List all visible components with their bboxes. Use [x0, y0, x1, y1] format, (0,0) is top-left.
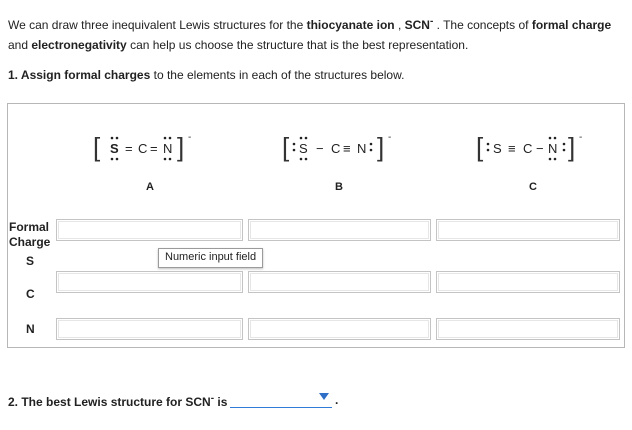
bracket-right-b: ] [377, 132, 384, 162]
input-n-c[interactable] [436, 318, 620, 340]
electronegativity-term: electronegativity [31, 38, 127, 52]
bond-cn-b: ≡ [343, 141, 351, 156]
lone-pairs-s-c [486, 142, 490, 152]
question-2-tail: is [214, 395, 228, 409]
atom-n-a: N [163, 141, 172, 156]
ion-formula: SCN- [404, 16, 434, 32]
input-s-c[interactable] [436, 219, 620, 241]
formula-text: SCN [404, 18, 430, 32]
ion-charge-a: - [188, 132, 191, 143]
input-c-a[interactable] [56, 271, 243, 293]
caption-b: B [335, 181, 343, 193]
atom-c-a: C [138, 141, 147, 156]
atom-n-c: N [548, 141, 557, 156]
question-1-bold: Assign formal charges [20, 68, 151, 82]
lewis-structure-a: [ S = C = N ] - [93, 132, 191, 162]
atom-c-b: C [331, 141, 340, 156]
atom-s-b: S [299, 141, 308, 156]
input-c-c[interactable] [436, 271, 620, 293]
question-2-period: . [335, 393, 339, 407]
question-2: 2. The best Lewis structure for SCN- is [8, 393, 227, 409]
atom-c-c: C [523, 141, 532, 156]
bracket-left-c: [ [476, 132, 484, 162]
intro-comma: , [394, 18, 405, 32]
input-n-a[interactable] [56, 318, 243, 340]
intro-text-2: . The concepts of [433, 18, 532, 32]
row-label-c: C [26, 287, 35, 301]
input-s-b[interactable] [248, 219, 431, 241]
caption-c: C [529, 181, 537, 193]
input-c-b[interactable] [248, 271, 431, 293]
row-label-s: S [26, 254, 35, 268]
lone-pairs-n-b [369, 142, 373, 152]
row-header-formal-charge: Formal Charge [9, 220, 51, 249]
formal-charge-term: formal charge [531, 18, 612, 32]
bond-cn-a: = [150, 141, 158, 156]
atom-s-c: S [493, 141, 502, 156]
question-1: 1. Assign formal charges to the elements… [8, 68, 404, 82]
chevron-down-icon[interactable] [319, 393, 329, 400]
bracket-right-c: ] [568, 132, 575, 162]
ion-charge-c: - [579, 132, 582, 143]
atom-n-b: N [357, 141, 366, 156]
bracket-right-a: ] [177, 132, 184, 162]
atom-s-a: S [110, 141, 119, 156]
numeric-input-tooltip: Numeric input field [158, 248, 264, 268]
bond-sc-a: = [125, 141, 133, 156]
question-1-rest: to the elements in each of the structure… [150, 68, 405, 82]
bond-sc-b: − [316, 141, 324, 156]
input-n-b[interactable] [248, 318, 431, 340]
bracket-left-a: [ [93, 132, 101, 162]
best-structure-dropdown[interactable] [230, 386, 332, 408]
intro-text-3: can help us choose the structure that is… [126, 38, 469, 52]
lewis-structure-c: [ S ≡ C − N ] - [476, 132, 582, 162]
row-label-n: N [26, 322, 35, 336]
caption-a: A [146, 181, 154, 193]
bond-cn-c: − [536, 141, 544, 156]
question-1-number: 1. [8, 68, 21, 82]
ion-name: thiocyanate ion [306, 18, 395, 32]
input-s-a[interactable] [56, 219, 243, 241]
question-2-text: 2. The best Lewis structure for SCN [8, 395, 211, 409]
ion-charge-b: - [388, 132, 391, 143]
intro-paragraph: We can draw three inequivalent Lewis str… [8, 12, 628, 55]
bracket-left-b: [ [282, 132, 290, 162]
intro-and-visible: and [8, 38, 32, 52]
lewis-structure-b: [ S − C ≡ N ] - [282, 132, 391, 162]
bond-sc-c: ≡ [508, 141, 516, 156]
intro-text-1: We can draw three inequivalent Lewis str… [8, 18, 307, 32]
